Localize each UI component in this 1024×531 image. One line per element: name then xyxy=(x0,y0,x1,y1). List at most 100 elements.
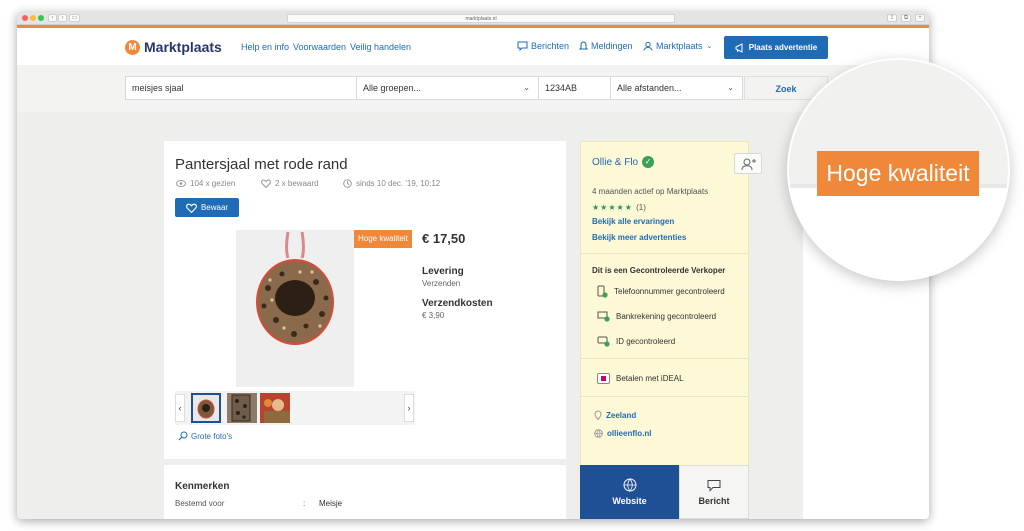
group-select-value: Alle groepen... xyxy=(363,83,422,93)
logo[interactable]: M Marktplaats xyxy=(125,39,222,55)
fabric-thumbnail xyxy=(231,394,251,422)
globe-icon xyxy=(594,429,603,438)
verified-check-icon: ✓ xyxy=(642,156,655,168)
date-meta: sinds 10 dec. '19, 10:12 xyxy=(343,179,440,188)
browser-toolbar: ‹ › ▭ marktplaats.nl ⇪ ⧉ + xyxy=(17,12,929,25)
website-button[interactable]: Website xyxy=(580,465,679,519)
child-thumbnail xyxy=(260,393,290,423)
phone-verified-label: Telefoonnummer gecontroleerd xyxy=(614,287,725,296)
features-heading: Kenmerken xyxy=(175,481,230,492)
all-reviews-link[interactable]: Bekijk alle ervaringen xyxy=(592,217,674,226)
nav-account[interactable]: Marktplaats ⌄ xyxy=(643,41,712,51)
heart-icon xyxy=(261,179,271,188)
listing-title: Pantersjaal met rode rand xyxy=(175,156,348,173)
sidebar-icon[interactable]: ▭ xyxy=(69,14,80,22)
maximize-window-button[interactable] xyxy=(38,15,44,21)
seller-divider xyxy=(581,358,748,359)
scarf-image xyxy=(256,231,334,345)
bank-check-icon xyxy=(597,311,610,322)
location-link[interactable]: Zeeland xyxy=(594,410,636,420)
main-photo[interactable] xyxy=(236,230,354,387)
location-label: Zeeland xyxy=(606,410,637,420)
shipping-cost-value: € 3,90 xyxy=(422,311,445,320)
more-ads-link[interactable]: Bekijk meer advertenties xyxy=(592,233,686,242)
follow-seller-button[interactable] xyxy=(734,153,762,174)
website-button-label: Website xyxy=(612,496,647,506)
thumbnail-strip: ‹ › xyxy=(175,391,415,425)
saved-count: 2 x bewaard xyxy=(275,179,319,188)
large-photos-link[interactable]: Grote foto's xyxy=(178,431,232,441)
nav-berichten[interactable]: Berichten xyxy=(517,41,569,51)
saved-meta: 2 x bewaard xyxy=(261,179,319,188)
chevron-right-icon[interactable]: › xyxy=(404,394,414,422)
save-label: Bewaar xyxy=(200,203,229,212)
postcode-input[interactable]: 1234AB xyxy=(538,76,611,100)
website-url: ollieenflo.nl xyxy=(607,429,652,438)
globe-icon xyxy=(623,478,636,492)
quality-badge: Hoge kwaliteit xyxy=(354,230,412,248)
review-count: (1) xyxy=(636,203,646,212)
chevron-down-icon: ⌄ xyxy=(706,43,713,50)
back-icon[interactable]: ‹ xyxy=(48,14,57,22)
megaphone-icon xyxy=(735,42,743,53)
distance-select-value: Alle afstanden... xyxy=(617,83,682,93)
scarf-thumbnail xyxy=(197,399,215,419)
location-pin-icon xyxy=(594,410,602,420)
address-bar[interactable]: marktplaats.nl xyxy=(287,14,675,23)
verified-seller-heading: Dit is een Gecontroleerde Verkoper xyxy=(592,266,726,275)
nav-link-veilig-handelen[interactable]: Veilig handelen xyxy=(350,42,411,52)
place-ad-label: Plaats advertentie xyxy=(748,43,818,52)
nav-meldingen-label: Meldingen xyxy=(591,41,633,51)
shipping-cost-label: Verzendkosten xyxy=(422,298,493,309)
ideal-row: Betalen met iDEAL xyxy=(597,373,684,384)
top-navigation: M Marktplaats Help en info Voorwaarden V… xyxy=(17,28,929,65)
group-select[interactable]: Alle groepen... ⌄ xyxy=(356,76,539,100)
logo-text: Marktplaats xyxy=(144,39,222,55)
distance-select[interactable]: Alle afstanden... ⌄ xyxy=(610,76,743,100)
photo-gallery[interactable]: Hoge kwaliteit xyxy=(175,230,415,387)
search-input[interactable]: meisjes sjaal xyxy=(125,76,357,100)
message-button-label: Bericht xyxy=(698,495,730,506)
chat-icon xyxy=(707,479,721,492)
large-photos-label: Grote foto's xyxy=(191,431,233,441)
bank-verified-label: Bankrekening gecontroleerd xyxy=(616,311,717,321)
message-button[interactable]: Bericht xyxy=(679,465,749,519)
seller-divider xyxy=(581,253,748,254)
tabs-icon[interactable]: ⧉ xyxy=(901,14,911,22)
share-icon[interactable]: ⇪ xyxy=(887,14,897,22)
seller-name-row[interactable]: Ollie & Flo ✓ xyxy=(592,156,655,168)
website-link[interactable]: ollieenflo.nl xyxy=(594,429,651,438)
user-icon xyxy=(643,41,653,51)
seller-active: 4 maanden actief op Marktplaats xyxy=(592,187,709,196)
heart-icon xyxy=(186,203,197,213)
place-ad-button[interactable]: Plaats advertentie xyxy=(724,36,828,59)
magnifier-icon xyxy=(178,431,188,441)
nav-meldingen[interactable]: Meldingen xyxy=(579,41,633,51)
forward-icon[interactable]: › xyxy=(58,14,67,22)
id-verified-row: ID gecontroleerd xyxy=(597,335,675,347)
delivery-value: Verzenden xyxy=(422,279,461,288)
spec-value: Meisje xyxy=(319,499,343,508)
close-window-button[interactable] xyxy=(22,15,28,21)
minimize-window-button[interactable] xyxy=(30,15,36,21)
chevron-down-icon: ⌄ xyxy=(727,83,734,92)
magnified-card xyxy=(789,188,1008,279)
save-button[interactable]: Bewaar xyxy=(175,198,239,217)
new-tab-icon[interactable]: + xyxy=(915,14,925,22)
nav-link-help[interactable]: Help en info xyxy=(241,42,289,52)
chat-icon xyxy=(517,41,528,51)
seller-name: Ollie & Flo xyxy=(592,156,639,168)
section-divider xyxy=(164,459,566,465)
delivery-label: Levering xyxy=(422,266,464,277)
nav-account-label: Marktplaats xyxy=(656,41,703,51)
chevron-left-icon[interactable]: ‹ xyxy=(175,394,185,422)
phone-check-icon xyxy=(597,285,608,298)
bell-icon xyxy=(579,41,588,50)
thumbnail-3[interactable] xyxy=(260,393,290,423)
thumbnail-2[interactable] xyxy=(227,393,257,423)
spec-separator: : xyxy=(303,499,306,508)
thumbnail-1[interactable] xyxy=(191,393,221,423)
nav-link-voorwaarden[interactable]: Voorwaarden xyxy=(293,42,346,52)
views-count: 104 x gezien xyxy=(190,179,236,188)
eye-icon xyxy=(176,180,186,187)
